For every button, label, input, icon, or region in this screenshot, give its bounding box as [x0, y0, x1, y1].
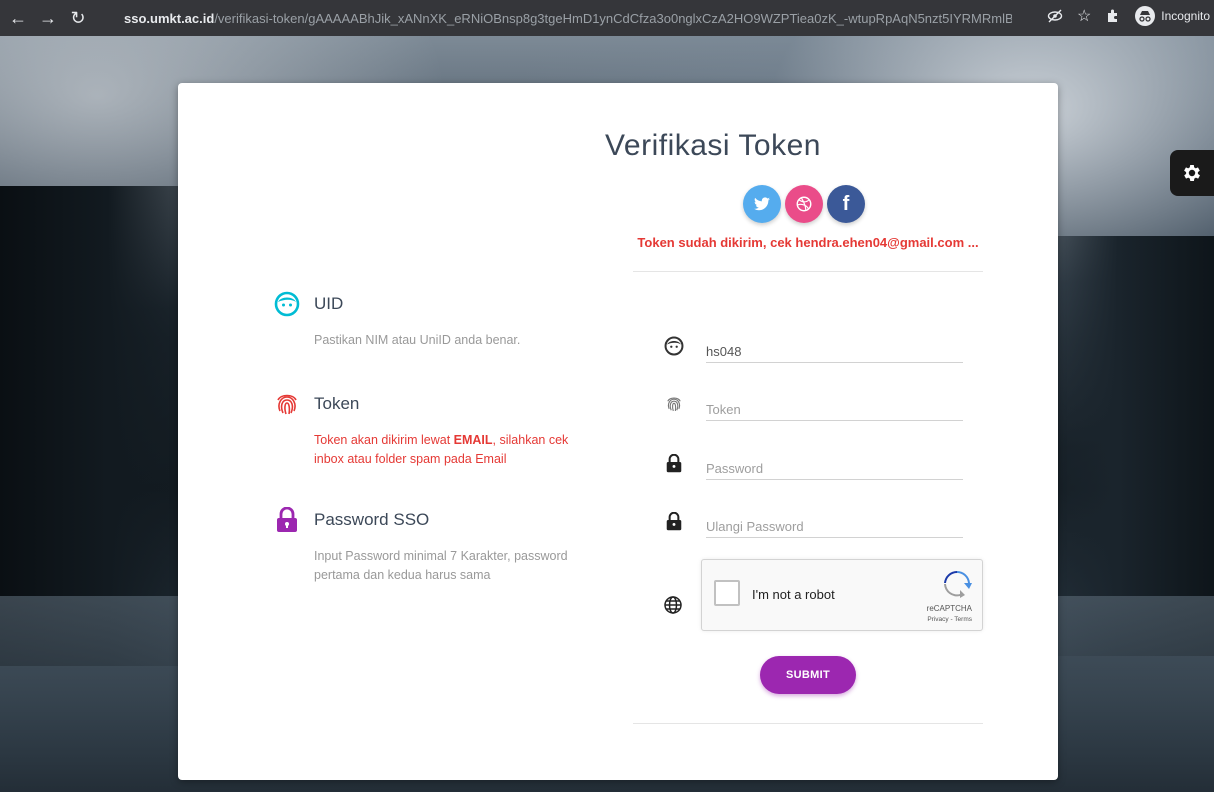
facebook-icon: f [842, 192, 850, 215]
recaptcha-brand: reCAPTCHA [926, 604, 972, 613]
token-sent-message: Token sudah dikirim, cek hendra.ehen04@g… [637, 235, 979, 250]
extensions-icon[interactable] [1105, 8, 1121, 24]
token-input[interactable] [706, 391, 963, 421]
fingerprint-icon [274, 391, 300, 417]
forward-arrow-icon[interactable]: → [36, 6, 60, 30]
url-path: /verifikasi-token/gAAAAABhJik_xANnXK_eRN… [214, 10, 1012, 26]
recaptcha-widget: I'm not a robot reCAPTCHA Privacy - Term… [701, 559, 983, 631]
facebook-button[interactable]: f [827, 185, 865, 223]
background-trees-right [1054, 236, 1214, 656]
repeat-password-input[interactable] [706, 508, 963, 538]
gear-icon [1184, 165, 1200, 181]
incognito-icon [1135, 6, 1156, 26]
back-arrow-icon[interactable]: ← [6, 6, 30, 30]
lock-icon [663, 452, 685, 474]
password-input[interactable] [706, 450, 963, 480]
twitter-icon [754, 197, 770, 211]
recaptcha-logo-icon [944, 570, 972, 598]
info-password-title: Password SSO [314, 510, 430, 529]
background-trees-left [0, 186, 180, 666]
page-title: Verifikasi Token [605, 129, 821, 162]
address-bar[interactable]: sso.umkt.ac.id/verifikasi-token/gAAAAABh… [112, 5, 1012, 31]
browser-actions: ☆ Incognito [1047, 6, 1210, 26]
info-token-title: Token [314, 394, 360, 413]
reload-icon[interactable]: ↻ [66, 6, 90, 30]
lock-icon [663, 510, 685, 532]
token-field [663, 391, 965, 427]
email-emphasis: EMAIL [453, 433, 493, 447]
globe-icon [663, 595, 683, 620]
twitter-button[interactable] [743, 185, 781, 223]
incognito-indicator[interactable]: Incognito [1135, 6, 1210, 26]
verification-card: Verifikasi Token f Token sudah dikirim, … [178, 83, 1058, 780]
info-password-desc: Input Password minimal 7 Karakter, passw… [314, 549, 568, 582]
recaptcha-checkbox[interactable] [714, 580, 740, 606]
uid-field [663, 333, 965, 369]
submit-button[interactable]: SUBMIT [760, 656, 856, 694]
uid-input[interactable] [706, 333, 963, 363]
info-uid-desc: Pastikan NIM atau UniID anda benar. [314, 333, 521, 347]
recaptcha-label: I'm not a robot [752, 587, 835, 602]
url-domain: sso.umkt.ac.id [124, 10, 215, 26]
divider [633, 723, 983, 724]
info-uid-title: UID [314, 294, 344, 313]
info-token-desc: Token akan dikirim lewat EMAIL, silahkan… [314, 433, 569, 466]
captcha-row: I'm not a robot reCAPTCHA Privacy - Term… [663, 559, 983, 633]
incognito-label: Incognito [1161, 9, 1210, 23]
dribbble-icon [796, 196, 812, 212]
social-buttons: f [743, 185, 865, 223]
repeat-password-field [663, 508, 965, 544]
info-password: Password SSO Input Password minimal 7 Ka… [274, 507, 594, 585]
dribbble-button[interactable] [785, 185, 823, 223]
eye-off-icon[interactable] [1047, 8, 1063, 24]
browser-toolbar: ← → ↻ sso.umkt.ac.id/verifikasi-token/gA… [0, 0, 1214, 36]
info-token: Token Token akan dikirim lewat EMAIL, si… [274, 391, 594, 469]
lock-icon [274, 507, 300, 533]
info-uid: UID Pastikan NIM atau UniID anda benar. [274, 291, 594, 350]
recaptcha-terms-link[interactable]: Privacy - Terms [927, 616, 972, 623]
settings-button[interactable] [1170, 150, 1214, 196]
star-icon[interactable]: ☆ [1077, 6, 1091, 26]
fingerprint-icon [663, 393, 685, 415]
password-field [663, 450, 965, 486]
face-icon [274, 291, 300, 317]
face-icon [663, 335, 685, 357]
divider [633, 271, 983, 272]
